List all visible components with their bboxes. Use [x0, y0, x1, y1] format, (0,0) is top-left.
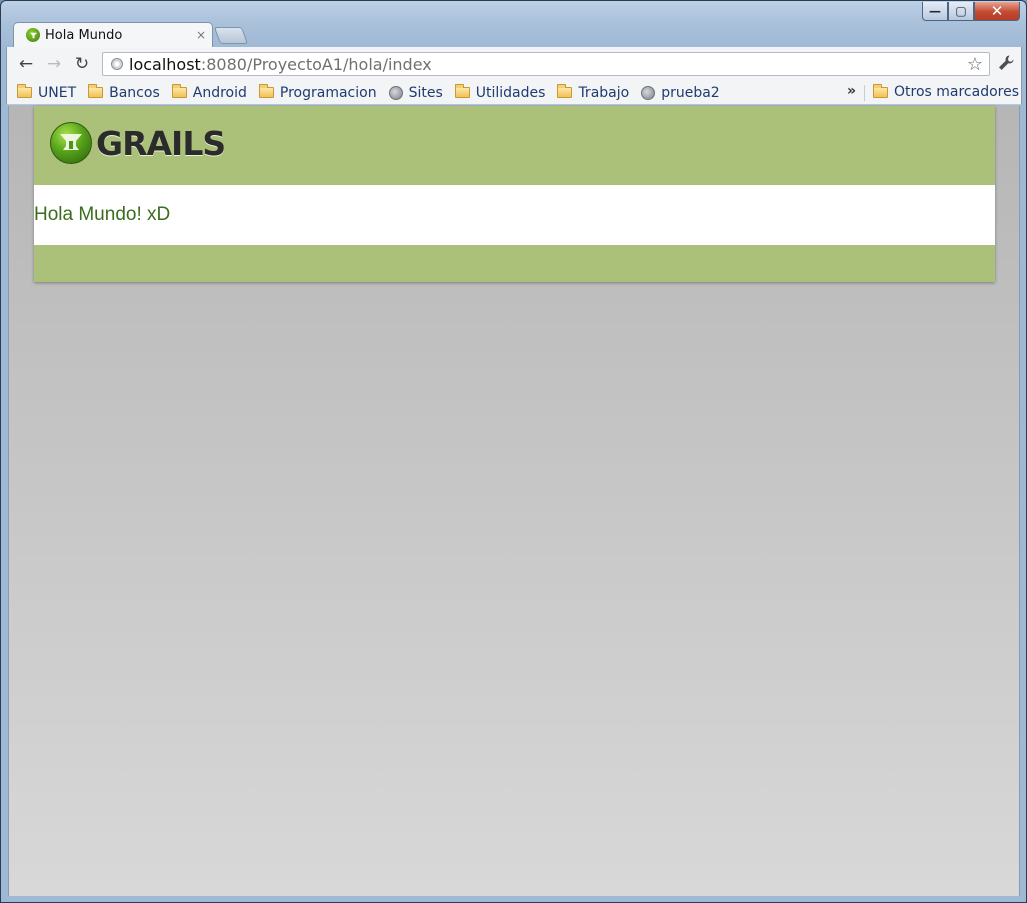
- bookmark-item[interactable]: Sites: [388, 84, 443, 101]
- maximize-button[interactable]: ▢: [948, 2, 974, 21]
- site-icon: [641, 85, 656, 100]
- page-info-icon[interactable]: [111, 58, 123, 70]
- folder-icon: [17, 84, 32, 98]
- grails-logo-icon: [50, 122, 92, 164]
- folder-icon: [454, 84, 470, 98]
- bookmark-item[interactable]: UNET: [17, 84, 77, 101]
- bookmark-item[interactable]: Programacion: [258, 84, 377, 101]
- toolbar: ← → ↻ localhost:8080/ProyectoA1/hola/ind…: [6, 47, 1022, 81]
- tab-active[interactable]: Hola Mundo ×: [13, 22, 213, 47]
- bookmarks-separator: [864, 85, 865, 101]
- bookmark-label: Sites: [408, 84, 443, 101]
- folder-icon: [557, 84, 573, 98]
- bookmark-label: Programacion: [279, 84, 377, 101]
- bookmark-label: Utilidades: [475, 84, 546, 101]
- grails-icon: [26, 28, 40, 42]
- bookmark-label: Trabajo: [578, 84, 630, 101]
- address-bar[interactable]: localhost:8080/ProyectoA1/hola/index ☆: [102, 52, 990, 76]
- grails-logo-text: GRAILS: [96, 123, 226, 163]
- page-viewport: GRAILS Hola Mundo! xD: [8, 106, 1020, 896]
- reload-button[interactable]: ↻: [71, 53, 93, 75]
- forward-button[interactable]: →: [43, 53, 65, 75]
- bookmark-item[interactable]: Trabajo: [557, 84, 630, 101]
- bookmark-label: Android: [192, 84, 247, 101]
- close-button[interactable]: ✕: [974, 2, 1020, 21]
- content-area: Hola Mundo! xD: [34, 185, 995, 245]
- url-path: :8080/ProyectoA1/hola/index: [200, 54, 432, 74]
- back-button[interactable]: ←: [15, 53, 37, 75]
- grails-logo[interactable]: GRAILS: [50, 122, 226, 164]
- tab-close-icon[interactable]: ×: [196, 28, 206, 42]
- bookmark-label: prueba2: [661, 84, 720, 101]
- other-bookmarks-label: Otros marcadores: [894, 84, 1020, 100]
- bookmark-item[interactable]: Android: [171, 84, 247, 101]
- other-bookmarks[interactable]: Otros marcadores: [873, 83, 1020, 100]
- folder-icon: [88, 84, 104, 98]
- window-controls: — ▢ ✕: [922, 2, 1020, 21]
- folder-icon: [171, 84, 187, 98]
- bookmarks-overflow-chevron-icon[interactable]: »: [847, 83, 856, 99]
- bookmark-item[interactable]: Bancos: [88, 84, 160, 101]
- folder-icon: [873, 83, 888, 98]
- grails-page: GRAILS Hola Mundo! xD: [34, 106, 995, 282]
- folder-icon: [258, 84, 274, 98]
- tab-title: Hola Mundo: [45, 27, 123, 43]
- hello-message: Hola Mundo! xD: [34, 204, 171, 225]
- wrench-menu-icon[interactable]: [997, 54, 1015, 76]
- bookmarks-bar: UNET Bancos Android Programacion Sites U…: [6, 81, 1022, 105]
- minimize-button[interactable]: —: [922, 2, 948, 21]
- bookmark-item[interactable]: prueba2: [641, 85, 720, 101]
- bookmark-label: UNET: [38, 84, 77, 101]
- browser-window: — ▢ ✕ Hola Mundo × ← → ↻ localhost:8080/…: [0, 0, 1027, 903]
- new-tab-button[interactable]: [213, 27, 249, 44]
- bookmark-star-icon[interactable]: ☆: [967, 54, 983, 75]
- site-icon: [388, 85, 403, 100]
- bookmark-item[interactable]: Utilidades: [454, 84, 546, 101]
- url-host: localhost: [129, 54, 201, 74]
- bookmark-label: Bancos: [109, 84, 160, 101]
- url-text: localhost:8080/ProyectoA1/hola/index: [129, 55, 432, 74]
